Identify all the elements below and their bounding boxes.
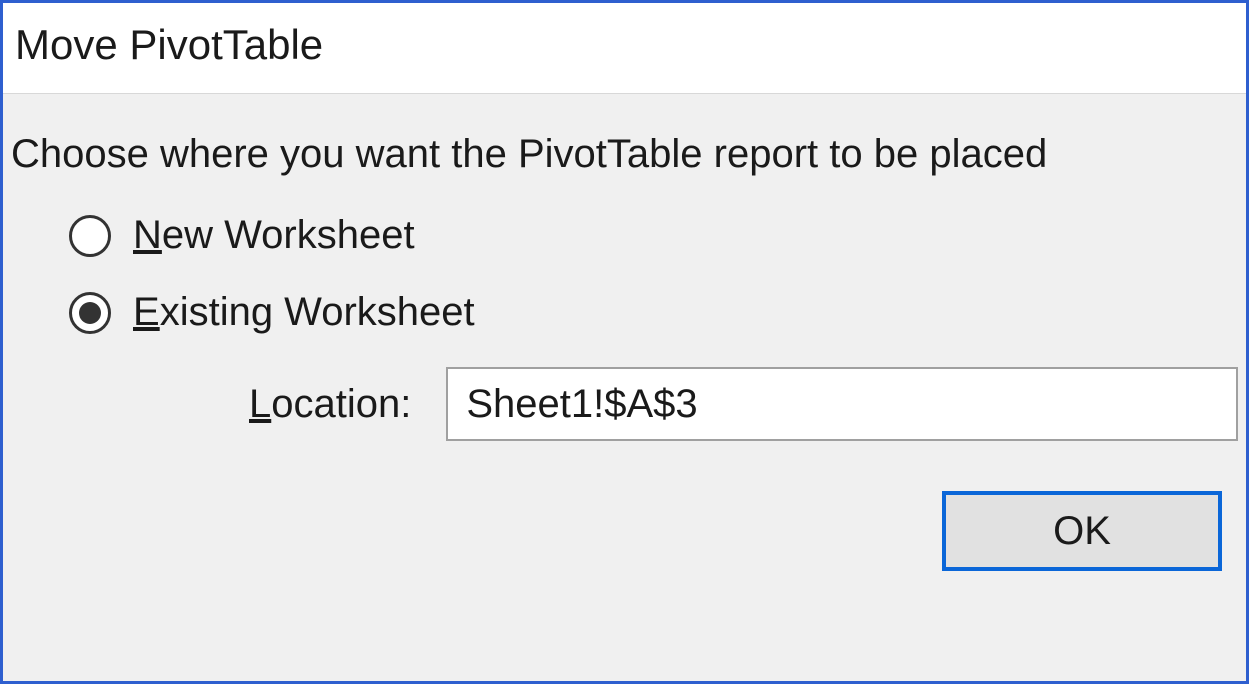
placement-radio-group: New Worksheet Existing Worksheet Locatio… bbox=[11, 213, 1238, 441]
radio-icon bbox=[69, 292, 111, 334]
move-pivottable-dialog: Move PivotTable Choose where you want th… bbox=[0, 0, 1249, 684]
accelerator-letter: N bbox=[133, 213, 162, 257]
radio-icon bbox=[69, 215, 111, 257]
accelerator-letter: E bbox=[133, 290, 160, 334]
instruction-text: Choose where you want the PivotTable rep… bbox=[11, 132, 1238, 177]
radio-selected-dot bbox=[79, 302, 101, 324]
dialog-content: Choose where you want the PivotTable rep… bbox=[3, 93, 1246, 681]
dialog-title: Move PivotTable bbox=[15, 21, 1234, 69]
location-label: Location: bbox=[249, 382, 411, 427]
accelerator-letter: L bbox=[249, 382, 271, 426]
dialog-button-row: OK bbox=[11, 491, 1238, 571]
location-input[interactable] bbox=[446, 367, 1238, 441]
radio-new-worksheet[interactable]: New Worksheet bbox=[69, 213, 1238, 258]
location-row: Location: bbox=[69, 367, 1238, 441]
radio-label-new-worksheet: New Worksheet bbox=[133, 213, 415, 258]
dialog-title-area: Move PivotTable bbox=[3, 3, 1246, 93]
ok-button[interactable]: OK bbox=[942, 491, 1222, 571]
radio-existing-worksheet[interactable]: Existing Worksheet bbox=[69, 290, 1238, 335]
radio-label-existing-worksheet: Existing Worksheet bbox=[133, 290, 475, 335]
